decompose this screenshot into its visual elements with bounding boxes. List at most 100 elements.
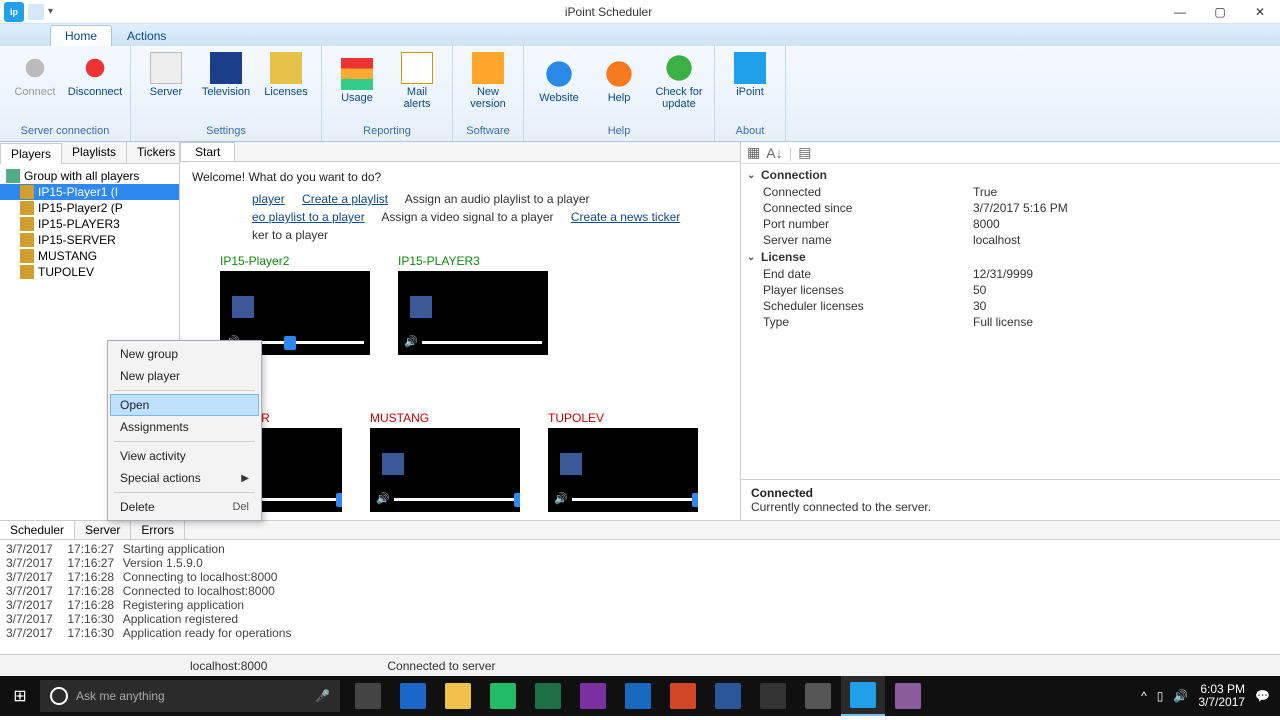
tab-home[interactable]: Home (50, 25, 112, 46)
slider-knob[interactable] (284, 336, 296, 350)
properties-page-icon[interactable]: ▤ (798, 144, 811, 161)
link-video-playlist[interactable]: eo playlist to a player (252, 210, 365, 224)
licenses-button[interactable]: Licenses (257, 50, 315, 100)
tab-errors-log[interactable]: Errors (131, 521, 185, 539)
category-connection[interactable]: ⌄Connection (741, 166, 1280, 184)
status-bar: localhost:8000 Connected to server (0, 654, 1280, 676)
search-box[interactable]: Ask me anything 🎤 (40, 680, 340, 712)
tray-clock[interactable]: 6:03 PM 3/7/2017 (1198, 683, 1245, 709)
welcome-links: player Create a playlist Assign an audio… (192, 190, 728, 244)
category-license[interactable]: ⌄License (741, 248, 1280, 266)
television-settings-button[interactable]: Television (197, 50, 255, 100)
link-create-playlist[interactable]: Create a playlist (302, 192, 388, 206)
prop-key: End date (763, 267, 973, 281)
settings-icon[interactable] (796, 676, 840, 716)
usage-button[interactable]: Usage (328, 50, 386, 112)
ipoint-icon (734, 52, 766, 84)
qat-dropdown-icon[interactable]: ▾ (48, 6, 53, 17)
disconnect-button[interactable]: Disconnect (66, 50, 124, 100)
save-icon[interactable] (28, 4, 44, 20)
mail-alerts-button[interactable]: Mail alerts (388, 50, 446, 112)
check-update-button[interactable]: Check for update (650, 50, 708, 112)
notifications-icon[interactable]: 💬 (1255, 689, 1270, 703)
prop-key: Scheduler licenses (763, 299, 973, 313)
tab-players[interactable]: Players (0, 143, 62, 164)
tab-playlists[interactable]: Playlists (62, 142, 127, 163)
tab-server-log[interactable]: Server (75, 521, 131, 539)
cortana-icon (50, 687, 68, 705)
tab-tickers[interactable]: Tickers (127, 142, 186, 163)
categorize-icon[interactable]: ▦ (747, 144, 760, 161)
ipoint-taskbar-icon[interactable] (841, 676, 885, 716)
log-line: 3/7/2017 17:16:28 Registering applicatio… (6, 598, 1274, 612)
excel-icon[interactable] (526, 676, 570, 716)
player-thumbnail[interactable]: TUPOLEV 🔊 (548, 411, 698, 512)
slider-knob[interactable] (692, 493, 698, 507)
tray-chevron-icon[interactable]: ^ (1141, 689, 1147, 703)
player-thumbnail[interactable]: IP15-PLAYER3 🔊 (398, 254, 548, 355)
volume-slider[interactable]: 🔊 (404, 335, 542, 349)
onenote-icon[interactable] (571, 676, 615, 716)
speaker-icon: 🔊 (554, 492, 568, 506)
menu-delete[interactable]: DeleteDel (110, 496, 259, 518)
edge-icon[interactable] (391, 676, 435, 716)
window-title: iPoint Scheduler (57, 5, 1160, 19)
tree-item[interactable]: MUSTANG (0, 248, 179, 264)
tree-item[interactable]: IP15-SERVER (0, 232, 179, 248)
powerpoint-icon[interactable] (661, 676, 705, 716)
menu-assignments[interactable]: Assignments (110, 416, 259, 438)
link-player[interactable]: player (252, 192, 285, 206)
outlook-icon[interactable] (616, 676, 660, 716)
tab-actions[interactable]: Actions (112, 25, 181, 46)
menu-open[interactable]: Open (110, 394, 259, 416)
globe-icon (543, 58, 575, 90)
website-button[interactable]: Website (530, 50, 588, 112)
prop-value: True (973, 185, 997, 199)
minimize-button[interactable]: — (1160, 0, 1200, 24)
volume-slider[interactable]: 🔊 (554, 492, 692, 506)
tree-item[interactable]: TUPOLEV (0, 264, 179, 280)
volume-slider[interactable]: 🔊 (376, 492, 514, 506)
cmd-icon[interactable] (751, 676, 795, 716)
explorer-icon[interactable] (436, 676, 480, 716)
mic-icon[interactable]: 🎤 (315, 689, 330, 703)
close-button[interactable]: ✕ (1240, 0, 1280, 24)
menu-view-activity[interactable]: View activity (110, 445, 259, 467)
prop-value: 30 (973, 299, 986, 313)
slider-knob[interactable] (336, 493, 342, 507)
about-ipoint-button[interactable]: iPoint (721, 50, 779, 100)
menu-new-group[interactable]: New group (110, 343, 259, 365)
word-icon[interactable] (706, 676, 750, 716)
tree-root[interactable]: Group with all players (0, 168, 179, 184)
prop-value: 50 (973, 283, 986, 297)
thumbnail-preview: 🔊 (398, 271, 548, 355)
paint-icon[interactable] (886, 676, 930, 716)
tab-start[interactable]: Start (180, 142, 235, 161)
thumbnail-name: IP15-Player2 (220, 254, 370, 268)
slider-knob[interactable] (514, 493, 520, 507)
sort-az-icon[interactable]: A↓ (766, 145, 782, 161)
player-icon (20, 233, 34, 247)
prop-key: Port number (763, 217, 973, 231)
taskview-icon[interactable] (346, 676, 390, 716)
tab-scheduler-log[interactable]: Scheduler (0, 521, 75, 539)
tree-item[interactable]: IP15-PLAYER3 (0, 216, 179, 232)
connect-button[interactable]: Connect (6, 50, 64, 100)
help-button[interactable]: Help (590, 50, 648, 112)
link-create-ticker[interactable]: Create a news ticker (571, 210, 680, 224)
menu-new-player[interactable]: New player (110, 365, 259, 387)
maximize-button[interactable]: ▢ (1200, 0, 1240, 24)
server-settings-button[interactable]: Server (137, 50, 195, 100)
status-title: Connected (751, 486, 1270, 500)
start-button[interactable]: ⊞ (0, 676, 40, 716)
network-icon[interactable]: ▯ (1157, 689, 1164, 703)
menu-special-actions[interactable]: Special actions▶ (110, 467, 259, 489)
search-placeholder: Ask me anything (76, 689, 165, 703)
tree-item[interactable]: IP15-Player1 (I (0, 184, 179, 200)
tree-item[interactable]: IP15-Player2 (P (0, 200, 179, 216)
player-thumbnail[interactable]: MUSTANG 🔊 (370, 411, 520, 512)
volume-icon[interactable]: 🔊 (1173, 689, 1188, 703)
prop-value: Full license (973, 315, 1033, 329)
new-version-button[interactable]: New version (459, 50, 517, 112)
store-icon[interactable] (481, 676, 525, 716)
